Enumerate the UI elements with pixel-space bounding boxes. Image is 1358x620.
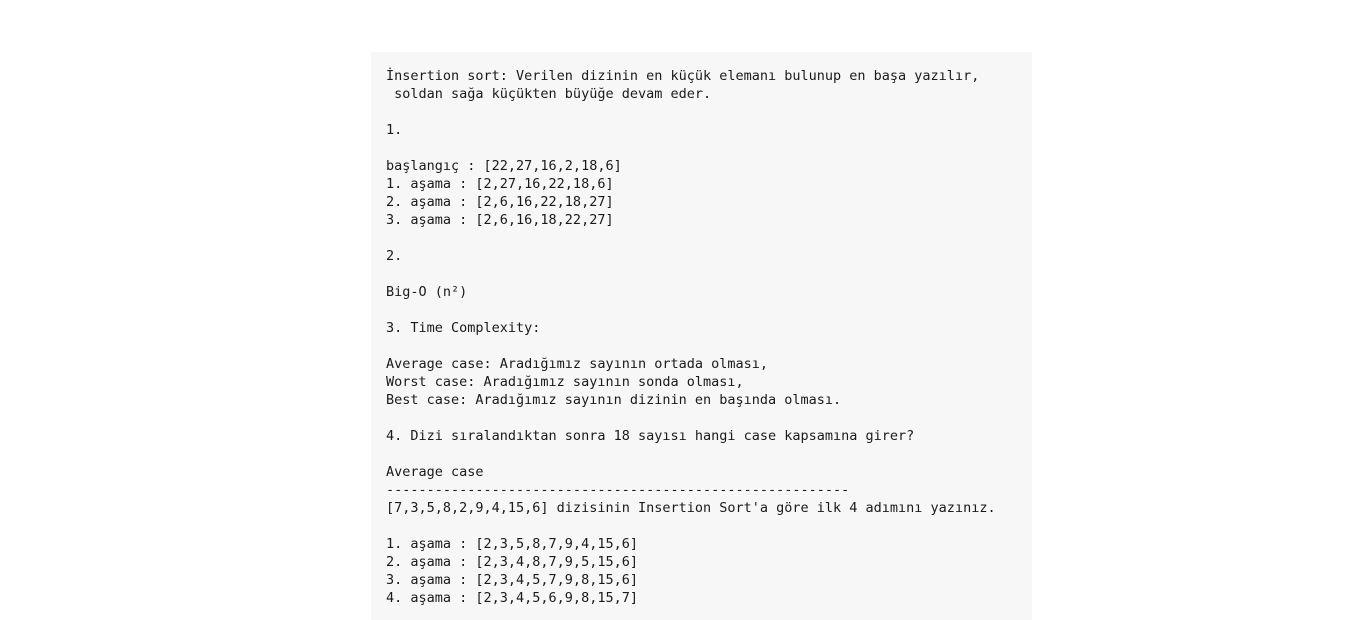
code-block: İnsertion sort: Verilen dizinin en küçük… bbox=[371, 52, 1032, 620]
exercise-step-2: 2. aşama : [2,3,4,8,7,9,5,15,6] bbox=[386, 554, 638, 570]
section-4-answer: Average case bbox=[386, 464, 484, 480]
exercise-step-1: 1. aşama : [2,3,5,8,7,9,4,15,6] bbox=[386, 536, 638, 552]
section-1-heading: 1. bbox=[386, 122, 403, 138]
step-2: 2. aşama : [2,6,16,22,18,27] bbox=[386, 194, 614, 210]
exercise-step-3: 3. aşama : [2,3,4,5,7,9,8,15,6] bbox=[386, 572, 638, 588]
intro-line-2: soldan sağa küçükten büyüğe devam eder. bbox=[386, 86, 712, 102]
exercise-prompt: [7,3,5,8,2,9,4,15,6] dizisinin Insertion… bbox=[386, 500, 996, 516]
section-2-heading: 2. bbox=[386, 248, 403, 264]
step-3: 3. aşama : [2,6,16,18,22,27] bbox=[386, 212, 614, 228]
step-1: 1. aşama : [2,27,16,22,18,6] bbox=[386, 176, 614, 192]
initial-array: başlangıç : [22,27,16,2,18,6] bbox=[386, 158, 622, 174]
section-3-heading: 3. Time Complexity: bbox=[386, 320, 541, 336]
divider-line: ----------------------------------------… bbox=[386, 482, 850, 498]
intro-line-1: İnsertion sort: Verilen dizinin en küçük… bbox=[386, 68, 980, 84]
average-case-line: Average case: Aradığımız sayının ortada … bbox=[386, 356, 769, 372]
exercise-step-4: 4. aşama : [2,3,4,5,6,9,8,15,7] bbox=[386, 590, 638, 606]
best-case-line: Best case: Aradığımız sayının dizinin en… bbox=[386, 392, 842, 408]
section-4-question: 4. Dizi sıralandıktan sonra 18 sayısı ha… bbox=[386, 428, 915, 444]
big-o-text: Big-O (n²) bbox=[386, 284, 468, 300]
worst-case-line: Worst case: Aradığımız sayının sonda olm… bbox=[386, 374, 744, 390]
